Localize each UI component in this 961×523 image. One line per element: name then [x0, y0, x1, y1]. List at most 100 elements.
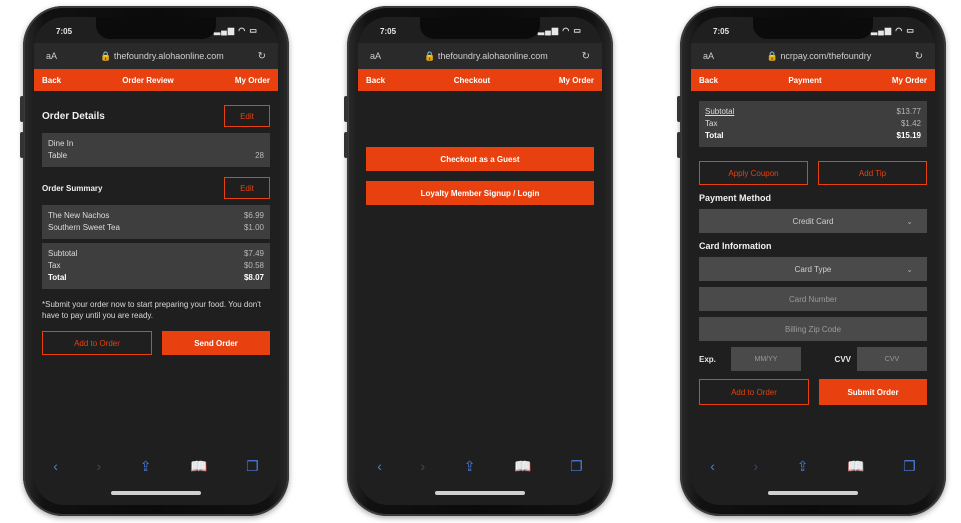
back-link[interactable]: Back — [42, 76, 61, 85]
my-order-link[interactable]: My Order — [892, 76, 927, 85]
volume-down-button — [344, 132, 348, 158]
subtotal-row: Subtotal $7.49 — [48, 248, 264, 260]
total-value: $15.19 — [896, 131, 921, 140]
checkout-content: Checkout as a Guest Loyalty Member Signu… — [358, 91, 602, 205]
bookmarks-icon[interactable]: 📖 — [514, 458, 531, 475]
payment-method-select[interactable]: Credit Card ⌄ — [699, 209, 927, 233]
back-icon[interactable]: ‹ — [53, 458, 58, 474]
loyalty-signup-button[interactable]: Loyalty Member Signup / Login — [366, 181, 594, 205]
total-value: $8.07 — [243, 273, 264, 282]
forward-icon[interactable]: › — [421, 458, 426, 474]
address-bar[interactable]: aA 🔒 ncrpay.com/thefoundry ↻ — [691, 43, 935, 69]
home-indicator[interactable] — [435, 491, 525, 495]
subtotal-row: Subtotal $13.77 — [705, 106, 921, 118]
share-icon[interactable]: ⇪ — [464, 458, 476, 475]
address-bar[interactable]: aA 🔒 thefoundry.alohaonline.com ↻ — [34, 43, 278, 69]
chevron-down-icon: ⌄ — [906, 264, 913, 274]
volume-down-button — [20, 132, 24, 158]
tax-value: $1.42 — [900, 119, 921, 128]
my-order-link[interactable]: My Order — [235, 76, 270, 85]
phone-order-review: 7:05 ▂▄▆ ◠ ▭ aA 🔒 thefoundry.alohaonline… — [20, 6, 289, 516]
dine-in-row: Dine In — [48, 138, 264, 150]
tabs-icon[interactable]: ❐ — [570, 458, 583, 475]
add-tip-button[interactable]: Add Tip — [818, 161, 927, 185]
address-bar[interactable]: aA 🔒 thefoundry.alohaonline.com ↻ — [358, 43, 602, 69]
text-size-button[interactable]: aA — [703, 51, 729, 61]
order-details-title: Order Details — [42, 110, 105, 122]
items-panel: The New Nachos $6.99 Southern Sweet Tea $1… — [42, 205, 270, 239]
order-summary-header: Order Summary Edit — [42, 177, 270, 199]
add-to-order-button[interactable]: Add to Order — [42, 331, 152, 355]
reload-icon[interactable]: ↻ — [576, 51, 590, 62]
card-type-select[interactable]: Card Type ⌄ — [699, 257, 927, 281]
forward-icon[interactable]: › — [97, 458, 102, 474]
phone-checkout: 7:05 ▂▄▆ ◠ ▭ aA 🔒 thefoundry.alohaonline… — [344, 6, 613, 516]
url-text[interactable]: 🔒 thefoundry.alohaonline.com — [396, 51, 576, 62]
forward-icon[interactable]: › — [754, 458, 759, 474]
nav-title: Payment — [788, 75, 822, 85]
list-item: The New Nachos $6.99 — [48, 210, 264, 222]
checkout-guest-button[interactable]: Checkout as a Guest — [366, 147, 594, 171]
back-link[interactable]: Back — [699, 76, 718, 85]
total-label: Total — [48, 273, 67, 282]
tabs-icon[interactable]: ❐ — [903, 458, 916, 475]
reload-icon[interactable]: ↻ — [909, 51, 923, 62]
safari-toolbar: ‹ › ⇪ 📖 ❐ — [691, 451, 935, 481]
url-text[interactable]: 🔒 thefoundry.alohaonline.com — [72, 51, 252, 62]
chevron-down-icon: ⌄ — [906, 216, 913, 226]
safari-toolbar: ‹ › ⇪ 📖 ❐ — [34, 451, 278, 481]
card-number-field[interactable]: Card Number — [699, 287, 927, 311]
screen: 7:05 ▂▄▆ ◠ ▭ aA 🔒 thefoundry.alohaonline… — [358, 17, 602, 505]
payment-method-title: Payment Method — [699, 193, 772, 203]
bookmarks-icon[interactable]: 📖 — [847, 458, 864, 475]
subtotal-value: $7.49 — [243, 249, 264, 258]
share-icon[interactable]: ⇪ — [797, 458, 809, 475]
safari-toolbar: ‹ › ⇪ 📖 ❐ — [358, 451, 602, 481]
back-link[interactable]: Back — [366, 76, 385, 85]
url-text[interactable]: 🔒 ncrpay.com/thefoundry — [729, 51, 909, 62]
url-label: thefoundry.alohaonline.com — [113, 50, 224, 61]
edit-summary-button[interactable]: Edit — [224, 177, 270, 199]
volume-down-button — [677, 132, 681, 158]
status-time: 7:05 — [713, 27, 730, 36]
exp-field[interactable]: MM/YY — [731, 347, 801, 371]
text-size-button[interactable]: aA — [46, 51, 72, 61]
item-name: The New Nachos — [48, 211, 110, 220]
back-icon[interactable]: ‹ — [377, 458, 382, 474]
billing-zip-field[interactable]: Billing Zip Code — [699, 317, 927, 341]
home-indicator[interactable] — [768, 491, 858, 495]
add-to-order-button[interactable]: Add to Order — [699, 379, 809, 405]
back-icon[interactable]: ‹ — [710, 458, 715, 474]
my-order-link[interactable]: My Order — [559, 76, 594, 85]
reload-icon[interactable]: ↻ — [252, 51, 266, 62]
dine-in-label: Dine In — [48, 139, 74, 148]
order-review-content: Order Details Edit Dine In Table 28 Order… — [34, 91, 278, 355]
app-nav: Back Payment My Order — [691, 69, 935, 91]
app-nav: Back Order Review My Order — [34, 69, 278, 91]
home-indicator[interactable] — [111, 491, 201, 495]
send-order-button[interactable]: Send Order — [162, 331, 270, 355]
screen: 7:05 ▂▄▆ ◠ ▭ aA 🔒 thefoundry.alohaonline… — [34, 17, 278, 505]
tabs-icon[interactable]: ❐ — [246, 458, 259, 475]
item-name: Southern Sweet Tea — [48, 223, 120, 232]
exp-label: Exp. — [699, 354, 716, 364]
submit-order-button[interactable]: Submit Order — [819, 379, 927, 405]
bookmarks-icon[interactable]: 📖 — [190, 458, 207, 475]
card-type-label: Card Type — [794, 264, 832, 274]
edit-details-button[interactable]: Edit — [224, 105, 270, 127]
totals-panel: Subtotal $7.49 Tax $0.58 Total $8.07 — [42, 243, 270, 289]
share-icon[interactable]: ⇪ — [140, 458, 152, 475]
volume-up-button — [344, 96, 348, 122]
volume-up-button — [677, 96, 681, 122]
total-row: Total $8.07 — [48, 272, 264, 284]
item-price: $1.00 — [243, 223, 264, 232]
cvv-field[interactable]: CVV — [857, 347, 927, 371]
notch — [420, 17, 540, 39]
item-price: $6.99 — [243, 211, 264, 220]
text-size-button[interactable]: aA — [370, 51, 396, 61]
signal-wifi-battery-icon: ▂▄▆ ◠ ▭ — [538, 26, 582, 35]
table-value: 28 — [255, 151, 264, 160]
subtotal-value: $13.77 — [896, 107, 921, 116]
apply-coupon-button[interactable]: Apply Coupon — [699, 161, 808, 185]
cvv-label: CVV — [834, 354, 851, 364]
